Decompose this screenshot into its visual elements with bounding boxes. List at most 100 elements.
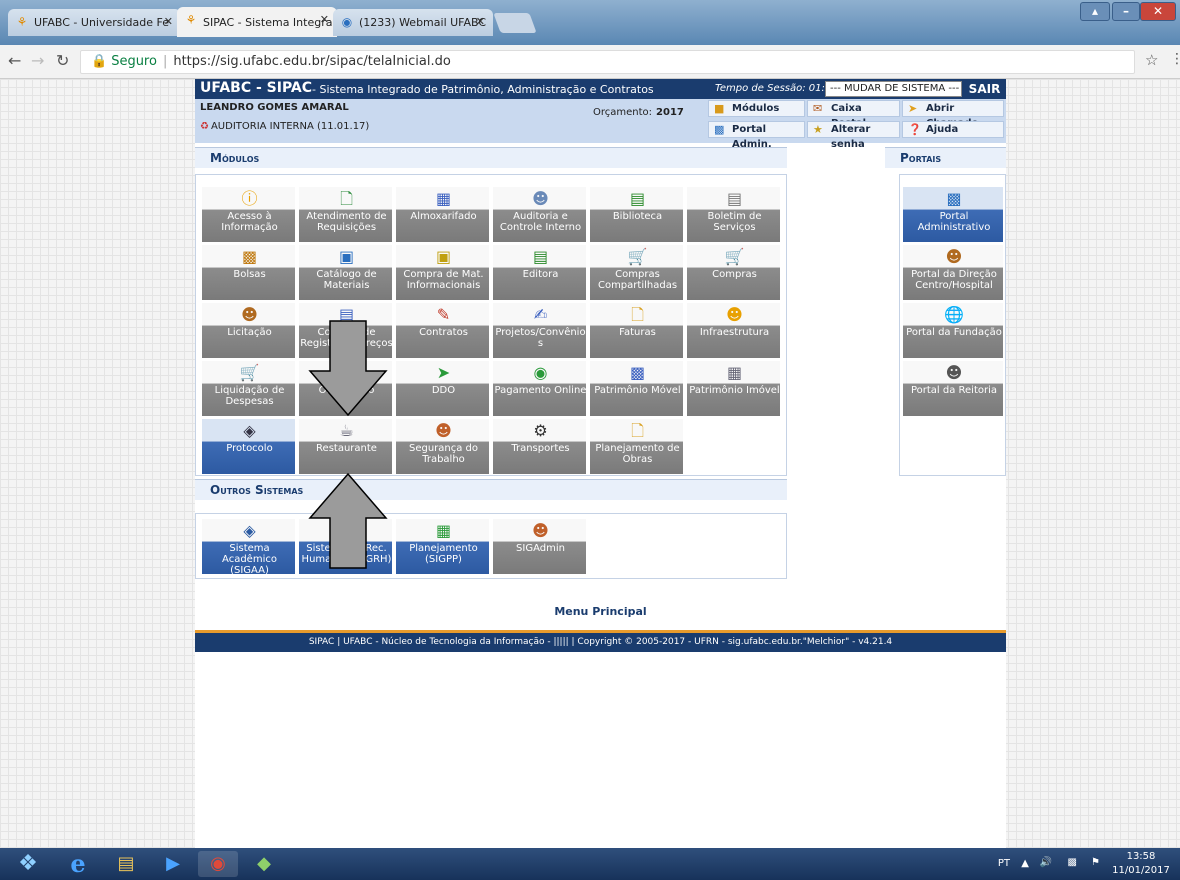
modules-icon: ■ <box>714 102 725 115</box>
system-sigpp[interactable]: ▦ Planejamento (SIGPP) <box>395 518 490 575</box>
module-almoxarifado[interactable]: ▦ Almoxarifado <box>395 186 490 243</box>
module-label: Licitação <box>227 327 272 338</box>
quicklink-alterar-senha[interactable]: ★ Alterar senha <box>807 121 900 150</box>
module-compras-compartilhadas[interactable]: 🛒 Compras Compartilhadas <box>589 244 684 301</box>
module-licitacao[interactable]: ☻ Licitação <box>201 302 296 359</box>
module-catalogo-materiais[interactable]: ▣ Catálogo de Materiais <box>298 244 393 301</box>
module-label: Protocolo <box>226 443 273 454</box>
menu-icon[interactable]: ⋮ <box>1170 51 1180 67</box>
modules-panel: ⓘ Acesso à Informação 🗋 Atendimento de Req… <box>195 174 787 476</box>
media-player-icon[interactable]: ▶ <box>153 851 193 877</box>
flag-icon[interactable]: ⚑ <box>1091 857 1100 868</box>
quicklink-abrir-chamado[interactable]: ➤Abrir Chamado <box>902 100 1004 129</box>
module-liquidacao-despesas[interactable]: 🛒 Liquidação de Despesas <box>201 360 296 417</box>
module-contratos[interactable]: ✎ Contratos <box>395 302 490 359</box>
explorer-icon[interactable]: ▤ <box>106 851 146 877</box>
module-compra-mat-informacionais[interactable]: ▣ Compra de Mat. Informacionais <box>395 244 490 301</box>
portal-fundacao[interactable]: 🌐 Portal da Fundação <box>902 302 1004 359</box>
user-info-bar: LEANDRO GOMES AMARAL ♻ AUDITORIA INTERNA … <box>195 99 1006 150</box>
section-portais: Portais <box>885 147 1006 168</box>
shared-purchase-icon: 🛒 <box>627 247 648 266</box>
clock-time[interactable]: 13:58 <box>1114 851 1168 862</box>
module-patrimonio-movel[interactable]: ▩ Patrimônio Móvel <box>589 360 684 417</box>
module-seguranca-trabalho[interactable]: ☻ Segurança do Trabalho <box>395 418 490 475</box>
portals-panel: ▩ Portal Administrativo ☻ Portal da Direçã… <box>899 174 1006 476</box>
module-patrimonio-imovel[interactable]: ▦ Patrimônio Imóvel <box>686 360 781 417</box>
tab-sipac[interactable]: ⚘ SIPAC - Sistema Integrad ✕ <box>177 7 337 37</box>
section-outros-sistemas: Outros Sistemas <box>195 479 787 500</box>
reload-icon[interactable]: ↻ <box>56 51 69 70</box>
url-text: https://sig.ufabc.edu.br/sipac/telaInici… <box>173 54 451 69</box>
app-name: UFABC - SIPAC <box>200 80 313 96</box>
system-select[interactable]: --- MUDAR DE SISTEMA --- ▼ <box>825 81 962 107</box>
quicklink-modulos[interactable]: ■ Módulos <box>708 100 805 117</box>
down-arrow-annotation <box>308 320 388 417</box>
system-sigadmin[interactable]: ☻ SIGAdmin <box>492 518 587 575</box>
close-icon[interactable]: ✕ <box>164 15 173 28</box>
module-bolsas[interactable]: ▩ Bolsas <box>201 244 296 301</box>
logout-button[interactable]: SAIR <box>967 81 1002 97</box>
module-projetos-convenios[interactable]: ✍ Projetos/Convênios <box>492 302 587 359</box>
module-label: Liquidação de Despesas <box>214 385 285 407</box>
warehouse-icon: ▦ <box>435 189 452 208</box>
module-compras[interactable]: 🛒 Compras <box>686 244 781 301</box>
address-bar[interactable]: 🔒 Seguro | https://sig.ufabc.edu.br/sipac/t… <box>80 50 1135 74</box>
quicklink-portal-admin[interactable]: ▩ Portal Admin. <box>708 121 805 150</box>
quicklink-ajuda[interactable]: ❓ Ajuda <box>902 121 1004 138</box>
tab-webmail[interactable]: ◉ (1233) Webmail UFABC ✕ <box>333 9 493 36</box>
quicklink-caixa-postal[interactable]: ✉Caixa Postal <box>807 100 900 129</box>
module-faturas[interactable]: 🗋 Faturas <box>589 302 684 359</box>
tab-ufabc[interactable]: ⚘ UFABC - Universidade Fe ✕ <box>8 9 181 36</box>
module-atendimento-requisicoes[interactable]: 🗋 Atendimento de Requisições <box>298 186 393 243</box>
language-indicator[interactable]: PT <box>998 858 1010 869</box>
module-pagamento-online[interactable]: ◉ Pagamento Online <box>492 360 587 417</box>
user-icon[interactable]: ▴ <box>1080 2 1110 21</box>
quicklink-label: Alterar senha <box>831 124 871 150</box>
module-planejamento-obras[interactable]: 🗋 Planejamento de Obras <box>589 418 684 475</box>
module-acesso-informacao[interactable]: ⓘ Acesso à Informação <box>201 186 296 243</box>
module-label: Atendimento de Requisições <box>306 211 387 233</box>
sigadmin-icon: ☻ <box>532 521 549 540</box>
portal-administrativo[interactable]: ▩ Portal Administrativo <box>902 186 1004 243</box>
close-icon[interactable]: ✕ <box>320 13 329 26</box>
module-protocolo[interactable]: ◈ Protocolo <box>201 418 296 475</box>
system-sigaa[interactable]: ◈ Sistema Acadêmico (SIGAA) <box>201 518 296 576</box>
network-icon[interactable]: ▩ <box>1068 857 1077 868</box>
back-icon[interactable]: ← <box>8 51 21 70</box>
module-restaurante[interactable]: ☕ Restaurante <box>298 418 393 475</box>
close-window-button[interactable]: ✕ <box>1140 2 1176 21</box>
portal-reitoria[interactable]: ☻ Portal da Reitoria <box>902 360 1004 417</box>
minimize-button[interactable]: – <box>1112 2 1140 21</box>
clock-date[interactable]: 11/01/2017 <box>1110 865 1172 876</box>
module-ddo[interactable]: ➤ DDO <box>395 360 490 417</box>
module-label: Faturas <box>619 327 656 338</box>
volume-icon[interactable]: 🔊 <box>1040 857 1052 868</box>
menu-principal-link[interactable]: Menu Principal <box>195 605 1006 618</box>
module-infraestrutura[interactable]: ☻ Infraestrutura <box>686 302 781 359</box>
new-tab-button[interactable] <box>493 13 537 33</box>
user-unit[interactable]: ♻ AUDITORIA INTERNA (11.01.17) <box>200 121 369 132</box>
start-button[interactable]: ❖ <box>4 851 52 877</box>
up-arrow-annotation <box>308 472 388 569</box>
close-icon[interactable]: ✕ <box>476 15 485 28</box>
star-icon[interactable]: ☆ <box>1145 51 1158 69</box>
chevron-up-icon[interactable]: ▲ <box>1021 858 1029 869</box>
page-viewport: UFABC - SIPAC - Sistema Integrado de Pat… <box>0 79 1180 848</box>
catalog-icon: ▣ <box>338 247 355 266</box>
purchase-icon: 🛒 <box>724 247 745 266</box>
foundation-portal-icon: 🌐 <box>944 305 964 324</box>
module-label: Projetos/Convênios <box>495 327 586 349</box>
app-icon[interactable]: ◆ <box>244 851 284 877</box>
portal-direcao[interactable]: ☻ Portal da Direção Centro/Hospital <box>902 244 1004 301</box>
ie-icon[interactable]: e <box>58 851 98 877</box>
module-auditoria[interactable]: ☻ Auditoria e Controle Interno <box>492 186 587 243</box>
forward-icon[interactable]: → <box>31 51 44 70</box>
module-transportes[interactable]: ⚙ Transportes <box>492 418 587 475</box>
module-boletim-servicos[interactable]: ▤ Boletim de Serviços <box>686 186 781 243</box>
chrome-icon[interactable]: ◉ <box>198 851 238 877</box>
module-editora[interactable]: ▤ Editora <box>492 244 587 301</box>
page-header: UFABC - SIPAC - Sistema Integrado de Pat… <box>195 79 1006 107</box>
module-label: Infraestrutura <box>699 327 770 338</box>
lock-icon: 🔒 <box>91 54 108 69</box>
module-biblioteca[interactable]: ▤ Biblioteca <box>589 186 684 243</box>
